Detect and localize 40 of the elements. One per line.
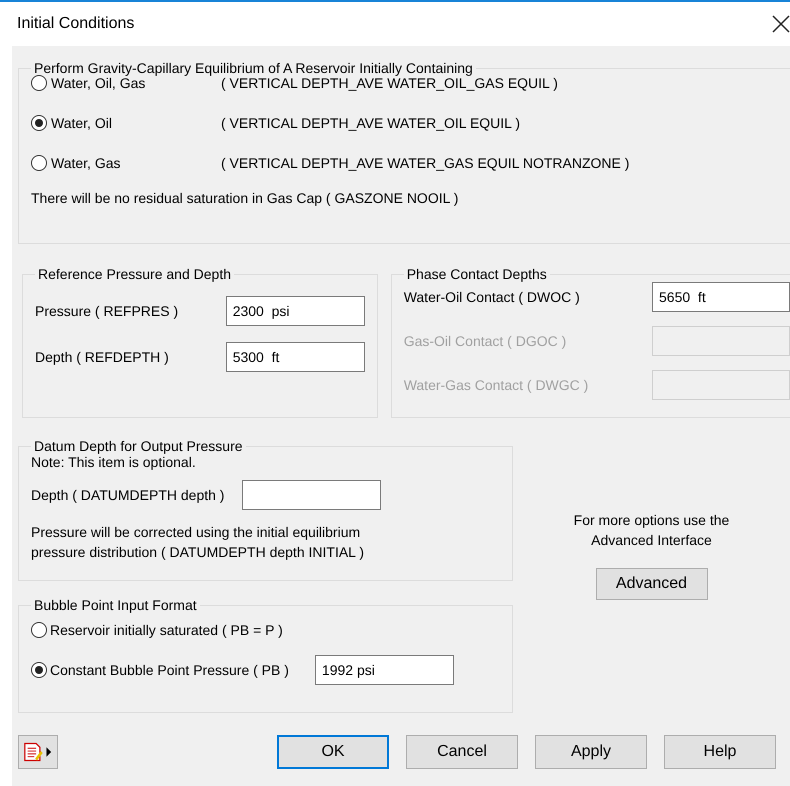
group-title: Bubble Point Input Format — [33, 597, 198, 613]
dialog-button[interactable]: Help — [664, 735, 776, 769]
radio-button[interactable] — [31, 155, 47, 171]
field-label: Water-Gas Contact ( DWGC ) — [404, 377, 588, 393]
keyword-text: ( VERTICAL DEPTH_AVE WATER_OIL_GAS EQUIL ) — [221, 75, 558, 91]
group-title: Perform Gravity-Capillary Equilibrium of A Reservoir Initially Containing — [33, 60, 474, 76]
group-title: Phase Contact Depths — [406, 266, 548, 282]
dialog-button[interactable]: Apply — [535, 735, 647, 769]
keyword-text: ( VERTICAL DEPTH_AVE WATER_OIL EQUIL ) — [221, 115, 520, 131]
radio-label: Water, Gas — [51, 155, 122, 171]
field-label: Depth ( REFDEPTH ) — [35, 349, 169, 365]
radio-button[interactable] — [31, 662, 47, 678]
hint-text: For more options use the Advanced Interface — [574, 511, 730, 550]
close-icon[interactable] — [772, 15, 790, 33]
input-field[interactable]: 1992 psi — [314, 655, 454, 685]
note-text: Note: This item is optional. — [31, 454, 197, 472]
field-label: Water-Oil Contact ( DWOC ) — [404, 289, 580, 305]
radio-label: Water, Oil — [51, 115, 113, 131]
radio-label: Constant Bubble Point Pressure ( PB ) — [50, 662, 289, 678]
field-label: Depth ( DATUMDEPTH depth ) — [31, 487, 224, 503]
radio-button[interactable] — [31, 622, 47, 638]
group-title: Reference Pressure and Depth — [37, 266, 232, 282]
note-text: There will be no residual saturation in Gas Cap ( GASZONE NOOIL ) — [31, 189, 460, 208]
keyword-text: ( VERTICAL DEPTH_AVE WATER_GAS EQUIL NOTRANZONE ) — [221, 155, 630, 171]
field-label: Pressure ( REFPRES ) — [35, 303, 178, 319]
field-label: Gas-Oil Contact ( DGOC ) — [404, 333, 566, 349]
radio-button[interactable] — [31, 75, 47, 91]
input-field[interactable]: 5650 ft — [652, 282, 790, 312]
window-title: Initial Conditions — [17, 15, 134, 33]
group-title: Datum Depth for Output Pressure — [33, 438, 244, 454]
radio-button[interactable] — [31, 115, 47, 131]
radio-label: Water, Oil, Gas — [51, 75, 146, 91]
description-text: Pressure will be corrected using the initial equilibrium pressure distribution ( DATUMDEPTH depth INITIAL ) — [31, 523, 365, 562]
input-field[interactable]: 2300 psi — [226, 296, 365, 326]
dialog-button[interactable]: OK — [277, 735, 389, 769]
input-field[interactable] — [242, 480, 382, 510]
dialog-button[interactable]: Cancel — [406, 735, 518, 769]
advanced-button[interactable]: Advanced — [596, 568, 708, 600]
radio-label: Reservoir initially saturated ( PB = P ) — [50, 622, 283, 638]
input-field[interactable]: 5300 ft — [226, 342, 365, 372]
